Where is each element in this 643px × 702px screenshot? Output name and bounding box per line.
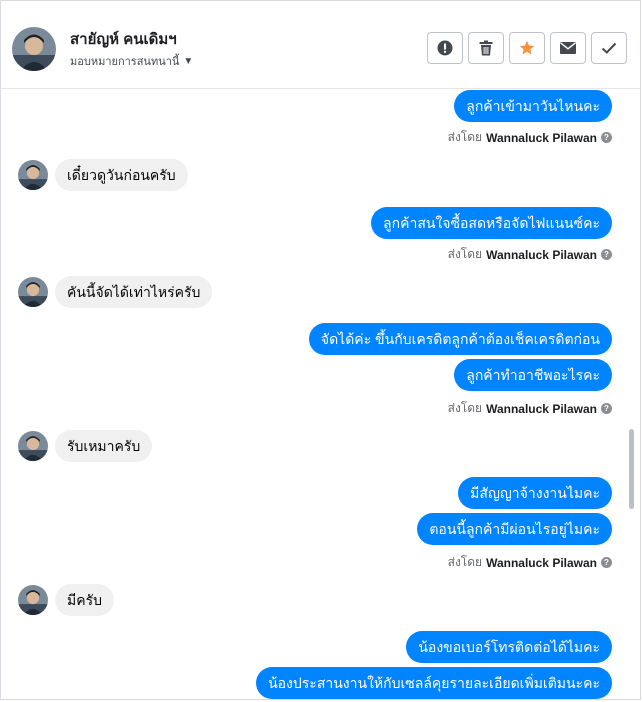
contact-avatar-small[interactable] <box>18 160 48 190</box>
message-text: ลูกค้าสนใจซื้อสดหรือจัดไฟแนนซ์คะ <box>383 215 600 231</box>
message-text: มีสัญญาจ้างงานไมคะ <box>470 485 600 501</box>
scrollbar-thumb[interactable] <box>629 429 634 509</box>
assign-conversation-dropdown[interactable]: มอบหมายการสนทนานี้ ▼ <box>70 52 193 70</box>
conversation-panel: สายัญห์ คนเดิมฯ มอบหมายการสนทนานี้ ▼ ลูก… <box>0 0 641 700</box>
mail-icon <box>560 42 576 54</box>
sent-by-prefix: ส่งโดย <box>447 130 483 144</box>
incoming-message[interactable]: รับเหมาครับ <box>55 430 153 462</box>
sent-by-prefix: ส่งโดย <box>447 555 483 569</box>
agent-name[interactable]: Wannaluck Pilawan <box>486 131 597 145</box>
incoming-message-row: รับเหมาครับ <box>18 430 153 462</box>
message-text: รับเหมาครับ <box>67 438 141 454</box>
outgoing-message[interactable]: จัดได้ค่ะ ขึ้นกับเครดิตลูกค้าต้องเช็คเคร… <box>308 323 612 355</box>
message-text: ลูกค้าเข้ามาวันไหนคะ <box>466 98 600 114</box>
contact-avatar-small[interactable] <box>18 277 48 307</box>
check-icon <box>601 42 617 54</box>
star-button[interactable] <box>509 32 545 64</box>
caret-down-icon: ▼ <box>183 55 194 67</box>
sent-by-label: ส่งโดย Wannaluck Pilawan ? <box>448 399 612 418</box>
sent-by-prefix: ส่งโดย <box>447 247 483 261</box>
message-text: มีครับ <box>67 592 102 608</box>
incoming-message-row: มีครับ <box>18 584 114 616</box>
incoming-message[interactable]: คันนี้จัดได้เท่าไหร่ครับ <box>55 276 213 308</box>
incoming-message[interactable]: มีครับ <box>55 584 114 616</box>
contact-name[interactable]: สายัญห์ คนเดิมฯ <box>70 27 177 51</box>
agent-name[interactable]: Wannaluck Pilawan <box>486 248 597 262</box>
sent-by-label: ส่งโดย Wannaluck Pilawan ? <box>448 553 612 572</box>
mark-done-button[interactable] <box>591 32 627 64</box>
contact-avatar-small[interactable] <box>18 431 48 461</box>
incoming-message-row: เดี๋ยวดูวันก่อนครับ <box>18 159 188 191</box>
report-icon <box>437 40 453 56</box>
agent-name[interactable]: Wannaluck Pilawan <box>486 556 597 570</box>
conversation-header: สายัญห์ คนเดิมฯ มอบหมายการสนทนานี้ ▼ <box>1 1 640 89</box>
help-icon[interactable]: ? <box>601 557 612 568</box>
message-text: ลูกค้าทำอาชีพอะไรคะ <box>466 367 600 383</box>
thread-scrollbar[interactable] <box>626 89 640 699</box>
message-text: เดี๋ยวดูวันก่อนครับ <box>67 167 176 183</box>
star-icon <box>519 40 535 56</box>
contact-avatar-small[interactable] <box>18 585 48 615</box>
report-button[interactable] <box>427 32 463 64</box>
message-text: น้องขอเบอร์โทรติดต่อได้ไมคะ <box>418 639 600 655</box>
incoming-message-row: คันนี้จัดได้เท่าไหร่ครับ <box>18 276 213 308</box>
conversation-actions <box>427 32 627 64</box>
mark-unread-button[interactable] <box>550 32 586 64</box>
outgoing-message[interactable]: ลูกค้าสนใจซื้อสดหรือจัดไฟแนนซ์คะ <box>371 207 612 239</box>
message-text: น้องประสานงานให้กับเซลล์คุยรายละเอียดเพิ… <box>268 675 600 691</box>
agent-name[interactable]: Wannaluck Pilawan <box>486 402 597 416</box>
outgoing-message[interactable]: มีสัญญาจ้างงานไมคะ <box>458 477 612 509</box>
help-icon[interactable]: ? <box>601 403 612 414</box>
message-text: ตอนนี้ลูกค้ามีผ่อนไรอยู่ไมคะ <box>429 521 600 537</box>
outgoing-message[interactable]: น้องขอเบอร์โทรติดต่อได้ไมคะ <box>406 631 612 663</box>
outgoing-message[interactable]: ลูกค้าทำอาชีพอะไรคะ <box>454 359 612 391</box>
trash-icon <box>479 40 493 56</box>
message-thread[interactable]: ลูกค้าเข้ามาวันไหนคะ ส่งโดย Wannaluck Pi… <box>1 89 627 699</box>
sent-by-label: ส่งโดย Wannaluck Pilawan ? <box>448 245 612 264</box>
contact-avatar[interactable] <box>12 27 56 71</box>
outgoing-message[interactable]: ตอนนี้ลูกค้ามีผ่อนไรอยู่ไมคะ <box>417 513 612 545</box>
assign-label: มอบหมายการสนทนานี้ <box>70 56 180 68</box>
outgoing-message[interactable]: น้องประสานงานให้กับเซลล์คุยรายละเอียดเพิ… <box>256 667 612 699</box>
sent-by-prefix: ส่งโดย <box>447 401 483 415</box>
message-text: คันนี้จัดได้เท่าไหร่ครับ <box>67 284 201 300</box>
help-icon[interactable]: ? <box>601 132 612 143</box>
sent-by-label: ส่งโดย Wannaluck Pilawan ? <box>448 128 612 147</box>
message-text: จัดได้ค่ะ ขึ้นกับเครดิตลูกค้าต้องเช็คเคร… <box>320 331 600 347</box>
help-icon[interactable]: ? <box>601 249 612 260</box>
incoming-message[interactable]: เดี๋ยวดูวันก่อนครับ <box>55 159 188 191</box>
outgoing-message[interactable]: ลูกค้าเข้ามาวันไหนคะ <box>454 90 612 122</box>
delete-button[interactable] <box>468 32 504 64</box>
